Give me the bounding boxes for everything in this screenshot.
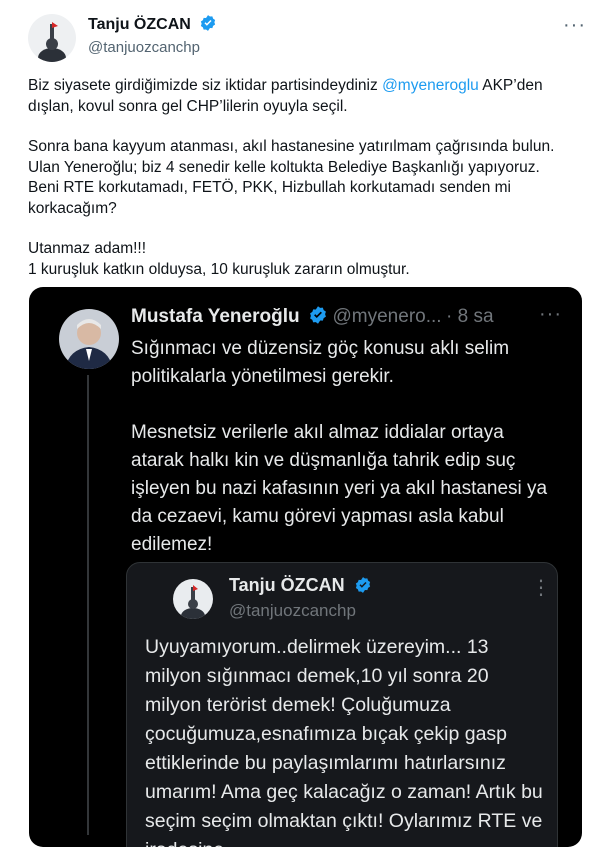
- more-icon[interactable]: ···: [563, 14, 586, 37]
- thread-line: [87, 375, 89, 835]
- quoted-author-name-row: Tanju ÖZCAN: [229, 575, 372, 596]
- embedded-tweet-text: Sığınmacı ve düzensiz göç konusu aklı se…: [131, 335, 551, 587]
- quoted-author-name: Tanju ÖZCAN: [229, 575, 345, 595]
- embedded-timestamp: · 8 sa: [446, 306, 494, 327]
- quoted-tweet-card: Tanju ÖZCAN @tanjuozcanchp ⋮ Uyuyamıyoru…: [126, 562, 558, 847]
- embedded-more-icon: ···: [539, 303, 562, 325]
- embedded-author-avatar: [59, 309, 119, 369]
- quoted-more-icon: ⋮: [531, 577, 552, 599]
- embedded-author-handle: @myenero...: [332, 306, 442, 327]
- verified-badge-icon: [201, 15, 216, 31]
- author-handle[interactable]: @tanjuozcanchp: [88, 39, 200, 56]
- tweet-paragraph-2: Sonra bana kayyum atanması, akıl hastane…: [28, 138, 555, 217]
- tweet-text-segment: Biz siyasete girdiğimizde siz iktidar pa…: [28, 77, 383, 94]
- quoted-author-handle: @tanjuozcanchp: [229, 601, 356, 620]
- quoted-author-avatar: [173, 579, 213, 619]
- mention-link[interactable]: @myeneroglu: [382, 77, 479, 94]
- tweet-line: Utanmaz adam!!!: [28, 240, 147, 257]
- embedded-header: Mustafa Yeneroğlu @myenero... · 8 sa: [131, 305, 494, 328]
- verified-badge-icon: [310, 306, 326, 324]
- tweet-paragraph-3: Utanmaz adam!!! 1 kuruşluk katkın olduysa…: [28, 239, 573, 280]
- tweet-line: 1 kuruşluk katkın olduysa, 10 kuruşluk z…: [28, 260, 410, 278]
- author-name[interactable]: Tanju ÖZCAN: [88, 16, 191, 33]
- embedded-paragraph-1: Sığınmacı ve düzensiz göç konusu aklı se…: [131, 338, 510, 387]
- embedded-author-name: Mustafa Yeneroğlu: [131, 306, 300, 327]
- quoted-tweet-text: Uyuyamıyorum..delirmek üzereyim... 13 mi…: [145, 636, 543, 847]
- verified-badge-icon: [355, 577, 370, 593]
- tweet-text: Biz siyasete girdiğimizde siz iktidar pa…: [28, 76, 573, 300]
- author-name-row[interactable]: Tanju ÖZCAN: [88, 14, 217, 34]
- tweet-paragraph-1: Biz siyasete girdiğimizde siz iktidar pa…: [28, 76, 573, 117]
- embedded-tweet-image[interactable]: Mustafa Yeneroğlu @myenero... · 8 sa ···…: [29, 287, 582, 847]
- embedded-paragraph-2: Mesnetsiz verilerle akıl almaz iddialar …: [131, 422, 548, 555]
- author-avatar[interactable]: [28, 14, 76, 62]
